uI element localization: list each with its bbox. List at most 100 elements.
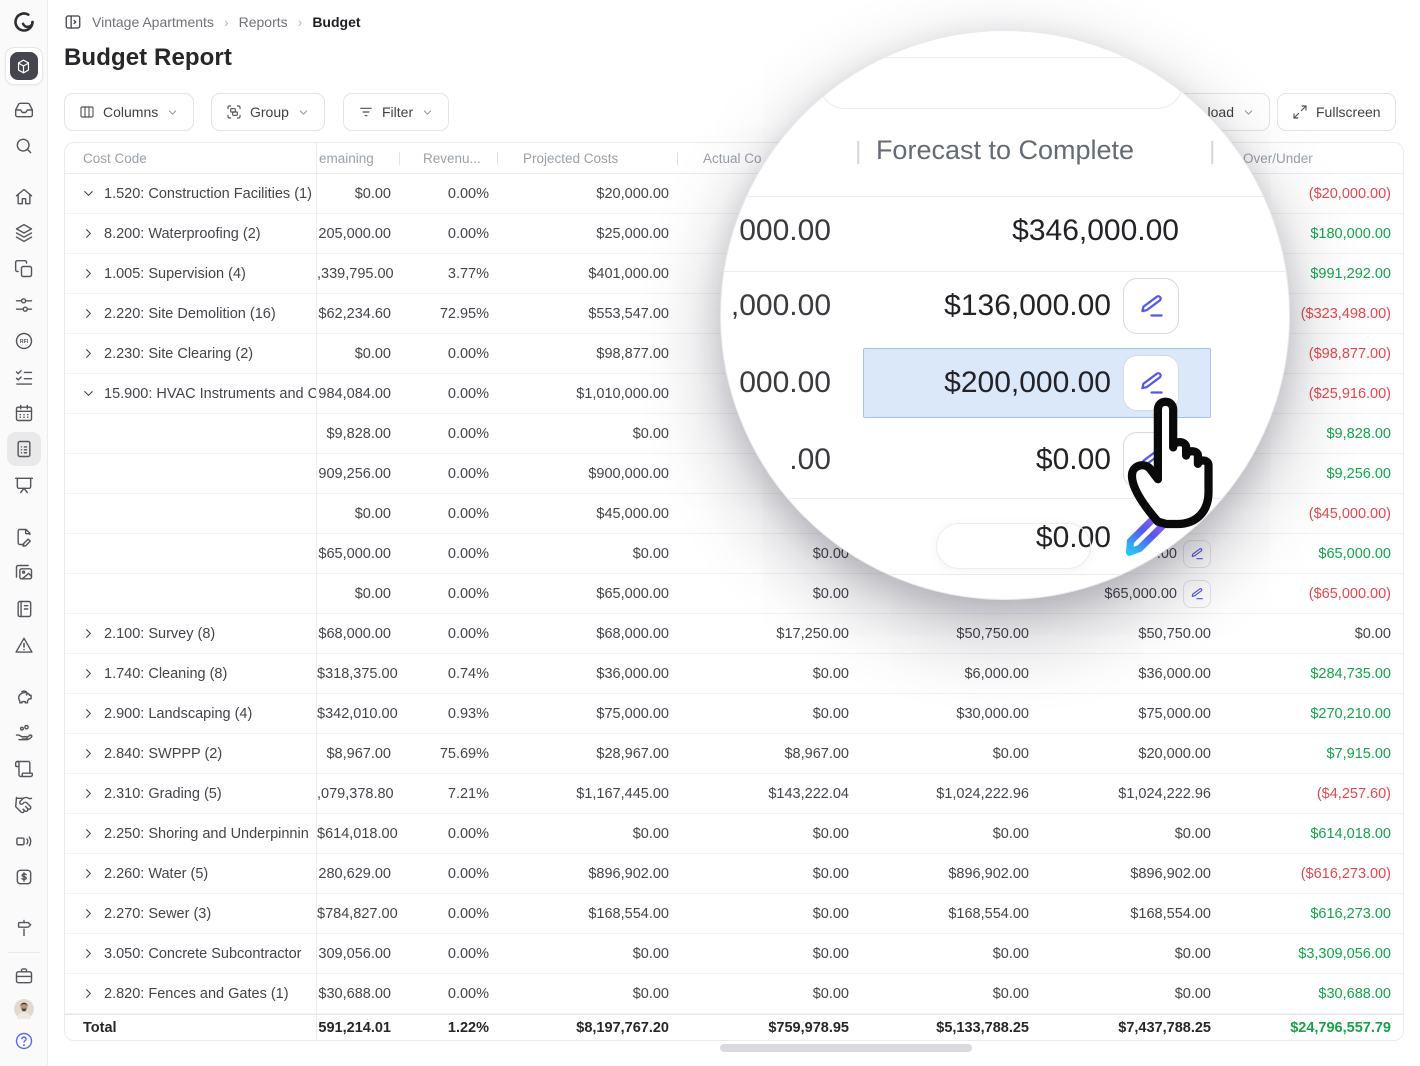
cell-revenue: 0.00%: [399, 426, 497, 442]
cell-over-under-value: $7,915.00: [1326, 746, 1391, 762]
col-header-cost_code[interactable]: Cost Code: [65, 143, 317, 173]
cell-remaining: 909,256.00: [317, 466, 399, 482]
col-header-revenue[interactable]: Revenu...: [399, 143, 497, 173]
cell-estimated-cost: $75,000.00: [1037, 706, 1217, 722]
sidebar-item-project-switcher[interactable]: [5, 47, 43, 85]
chevron-right-icon[interactable]: [81, 346, 97, 361]
group-button[interactable]: Group: [211, 93, 325, 131]
chevron-right-icon[interactable]: [81, 626, 97, 641]
chevron-right-icon[interactable]: [81, 946, 97, 961]
sidebar-item-announcements[interactable]: [7, 824, 41, 858]
fullscreen-button[interactable]: Fullscreen: [1277, 93, 1396, 131]
chevron-right-icon[interactable]: [81, 266, 97, 281]
cell-revenue-value: 0.74%: [448, 666, 489, 682]
panel-toggle-icon[interactable]: [64, 13, 82, 31]
cell-revenue: 72.95%: [399, 306, 497, 322]
sidebar-item-agreements[interactable]: [7, 788, 41, 822]
columns-button[interactable]: Columns: [64, 93, 194, 131]
ledger-icon: [14, 599, 34, 619]
sidebar-item-help[interactable]: [7, 1024, 41, 1058]
col-header-remaining[interactable]: emaining: [317, 143, 399, 173]
cell-forecast-to-complete-value: $30,000.00: [956, 706, 1029, 722]
sidebar-item-payments[interactable]: [7, 716, 41, 750]
breadcrumb-separator: ›: [224, 14, 229, 30]
sidebar-item-search[interactable]: [7, 129, 41, 163]
cell-over-under: $0.00: [1217, 626, 1404, 642]
edit-cell-button[interactable]: [1123, 278, 1179, 334]
sidebar-item-contracts[interactable]: [7, 752, 41, 786]
chevron-right-icon[interactable]: [81, 906, 97, 921]
cell-revenue-value: 0.00%: [448, 906, 489, 922]
table-row: 2.260: Water (5)280,629.000.00%$896,902.…: [65, 854, 1403, 894]
chevron-right-icon[interactable]: [81, 786, 97, 801]
table-row: 2.250: Shoring and Underpinnin$614,018.0…: [65, 814, 1403, 854]
cell-projected-costs: $20,000.00: [497, 186, 677, 202]
sidebar-item-photos[interactable]: [7, 556, 41, 590]
cell-projected-costs: $68,000.00: [497, 626, 677, 642]
chevron-right-icon[interactable]: [81, 226, 97, 241]
filter-button[interactable]: Filter: [343, 93, 449, 131]
breadcrumb-section[interactable]: Reports: [239, 14, 288, 30]
breadcrumb-project[interactable]: Vintage Apartments: [92, 14, 214, 30]
sidebar-item-directions[interactable]: [7, 911, 41, 945]
edit-cell-button[interactable]: [1183, 580, 1211, 608]
cell-revenue-value: 0.00%: [448, 186, 489, 202]
horizontal-scrollbar-thumb[interactable]: [720, 1044, 972, 1052]
sidebar-item-home[interactable]: [7, 180, 41, 214]
megaphone-icon: [14, 831, 34, 851]
total-projected-value: $8,197,767.20: [576, 1020, 669, 1036]
chevron-right-icon[interactable]: [81, 746, 97, 761]
cell-remaining: $9,828.00: [317, 426, 399, 442]
sidebar-item-calendar[interactable]: [7, 396, 41, 430]
sidebar-item-checklist[interactable]: [7, 360, 41, 394]
col-header-projected[interactable]: Projected Costs: [497, 143, 677, 173]
chevron-down-icon[interactable]: [81, 186, 97, 201]
sidebar-item-layers[interactable]: [7, 216, 41, 250]
cell-forecast-to-complete: $0.00: [857, 826, 1037, 842]
sidebar-item-warnings[interactable]: [7, 628, 41, 662]
cell-remaining-value: $0.00: [355, 586, 391, 602]
cell-over-under-value: $9,256.00: [1326, 466, 1391, 482]
cost-code-label: 8.200: Waterproofing (2): [104, 226, 261, 242]
chevron-right-icon[interactable]: [81, 866, 97, 881]
sidebar-item-work[interactable]: [7, 959, 41, 993]
cell-estimated-cost: $0.00: [1037, 946, 1217, 962]
briefcase-icon: [14, 966, 34, 986]
edit-cell-button[interactable]: [1183, 540, 1211, 568]
sidebar-item-invoices[interactable]: [7, 860, 41, 894]
sidebar-item-documents[interactable]: [7, 252, 41, 286]
cell-projected-costs: $900,000.00: [497, 466, 677, 482]
sidebar-item-markup[interactable]: [7, 520, 41, 554]
lens-magnified-pill: [819, 57, 1183, 109]
cell-remaining: ,079,378.80: [317, 786, 399, 802]
cell-projected-costs-value: $45,000.00: [596, 506, 669, 522]
home-icon: [14, 187, 34, 207]
sidebar-item-inbox[interactable]: [7, 93, 41, 127]
chevron-right-icon[interactable]: [81, 666, 97, 681]
total-actual-value: $759,978.95: [768, 1020, 849, 1036]
estimated-value: $50,750.00: [1138, 626, 1211, 642]
sidebar-item-settings-sliders[interactable]: [7, 288, 41, 322]
sidebar-item-reports[interactable]: [7, 432, 41, 466]
chevron-right-icon[interactable]: [81, 706, 97, 721]
cell-remaining: $0.00: [317, 586, 399, 602]
sidebar-item-rfi[interactable]: RFI: [7, 324, 41, 358]
sidebar-item-presentation[interactable]: [7, 468, 41, 502]
group-icon: [226, 104, 242, 120]
total-estimated-value: $7,437,788.25: [1118, 1020, 1211, 1036]
cell-actual-costs-value: $0.00: [813, 986, 849, 1002]
cell-revenue-value: 0.00%: [448, 626, 489, 642]
sidebar-item-ledger[interactable]: [7, 592, 41, 626]
sidebar-item-profile[interactable]: [7, 992, 41, 1026]
cell-revenue-value: 0.00%: [448, 506, 489, 522]
chevron-right-icon[interactable]: [81, 826, 97, 841]
cell-over-under: $3,309,056.00: [1217, 946, 1404, 962]
sidebar-item-logo[interactable]: [7, 5, 41, 39]
chevron-down-icon: [1242, 106, 1255, 119]
sidebar-item-budget-piggy-bank[interactable]: [7, 680, 41, 714]
lens-partial-actual-value: ,000.00: [731, 289, 831, 323]
chevron-right-icon[interactable]: [81, 986, 97, 1001]
chevron-right-icon[interactable]: [81, 306, 97, 321]
chevron-down-icon[interactable]: [81, 386, 97, 401]
cell-cost-code: 2.270: Sewer (3): [65, 894, 317, 933]
